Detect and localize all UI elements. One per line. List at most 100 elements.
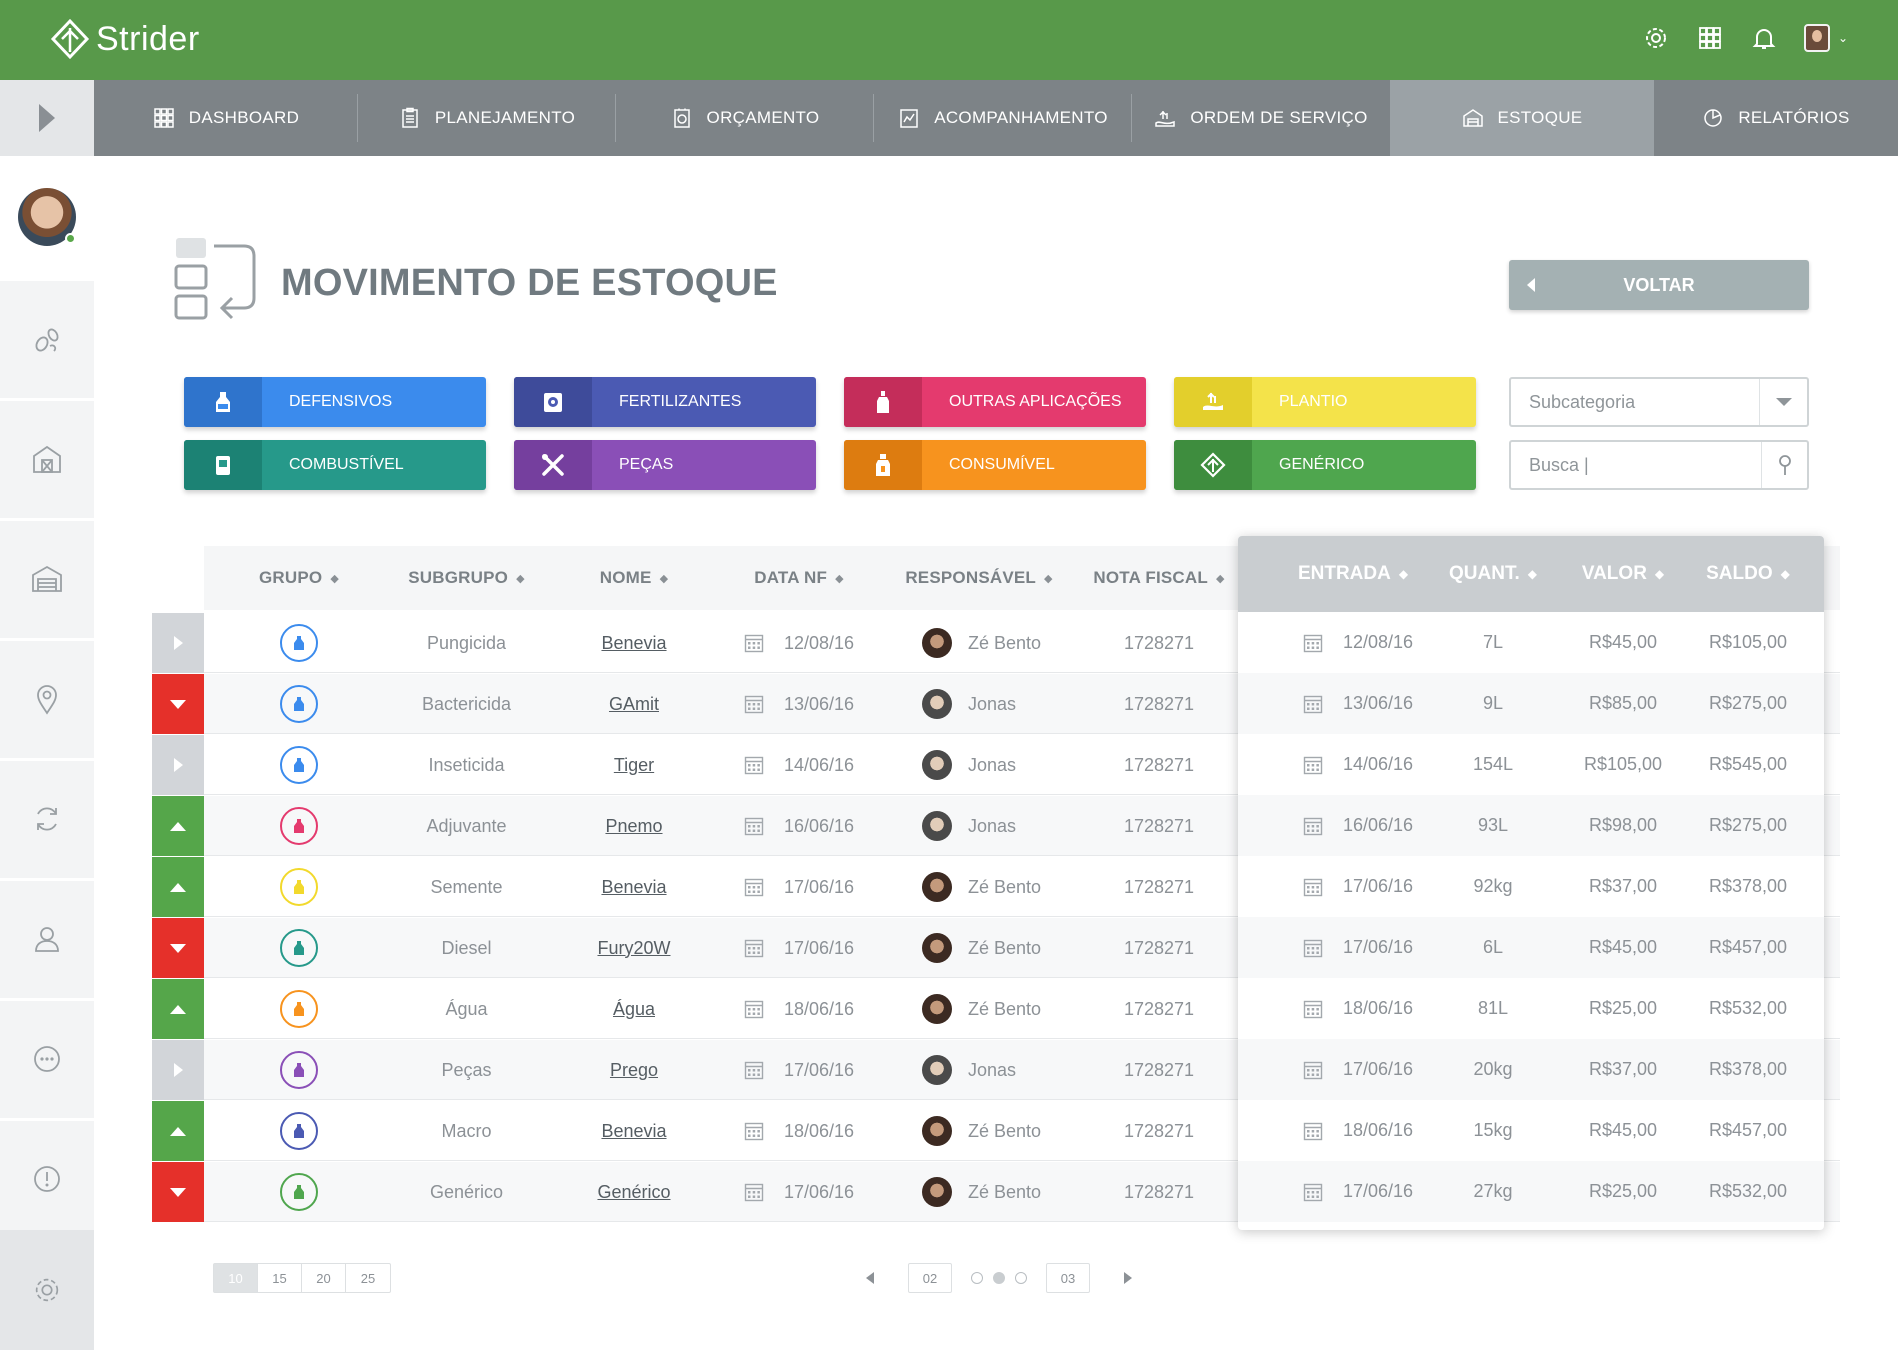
next-page-button[interactable]: 03 xyxy=(1046,1263,1090,1293)
entry-date-cell: 18/06/16 xyxy=(1342,1120,1414,1140)
category-outras-aplicacoes-button[interactable]: OUTRAS APLICAÇÕES xyxy=(844,377,1146,427)
sidebar-toggle-button[interactable] xyxy=(0,80,94,156)
chevron-down-icon[interactable]: ⌄ xyxy=(1838,31,1848,45)
category-generico-button[interactable]: GENÉRICO xyxy=(1174,440,1476,490)
user-avatar[interactable] xyxy=(1803,24,1830,52)
tab-acompanhamento[interactable]: ACOMPANHAMENTO xyxy=(874,80,1132,156)
category-pecas-button[interactable]: PEÇAS xyxy=(514,440,816,490)
column-header-data-nf[interactable]: DATA NF ◆ xyxy=(714,546,884,610)
page-dot[interactable] xyxy=(1015,1272,1027,1284)
calendar-icon xyxy=(744,1183,764,1202)
sidebar-item-storage[interactable] xyxy=(0,518,94,636)
sidebar-item-more[interactable] xyxy=(0,998,94,1116)
row-status-toggle[interactable] xyxy=(152,979,204,1039)
search-field[interactable] xyxy=(1509,440,1809,490)
panel-row[interactable]: 17/06/16 6L R$45,00 R$457,00 xyxy=(1238,917,1824,978)
page-size-option[interactable]: 25 xyxy=(346,1264,390,1292)
sidebar-item-user[interactable] xyxy=(0,878,94,996)
value-cell: R$85,00 xyxy=(1588,693,1658,713)
panel-row[interactable]: 18/06/16 15kg R$45,00 R$457,00 xyxy=(1238,1100,1824,1161)
row-status-toggle[interactable] xyxy=(152,613,204,673)
sidebar-item-location[interactable] xyxy=(0,638,94,756)
panel-row[interactable]: 14/06/16 154L R$105,00 R$545,00 xyxy=(1238,734,1824,795)
page-size-option[interactable]: 20 xyxy=(302,1264,346,1292)
app-logo[interactable]: Strider xyxy=(50,18,200,60)
sidebar-profile[interactable] xyxy=(0,156,94,278)
sidebar-item-farm[interactable] xyxy=(0,398,94,516)
category-consumivel-button[interactable]: CONSUMÍVEL xyxy=(844,440,1146,490)
prev-page-arrow-icon[interactable] xyxy=(866,1272,874,1284)
product-name-link[interactable]: Pnemo xyxy=(605,816,662,837)
product-name-link[interactable]: Benevia xyxy=(601,877,666,898)
column-header-grupo[interactable]: GRUPO ◆ xyxy=(234,546,364,610)
next-page-arrow-icon[interactable] xyxy=(1124,1272,1132,1284)
column-header-quant[interactable]: QUANT. ◆ xyxy=(1438,536,1548,612)
panel-row[interactable]: 18/06/16 81L R$25,00 R$532,00 xyxy=(1238,978,1824,1039)
calendar-icon xyxy=(1303,1183,1323,1201)
row-status-toggle[interactable] xyxy=(152,857,204,917)
tab-dashboard[interactable]: DASHBOARD xyxy=(94,80,358,156)
back-button[interactable]: VOLTAR xyxy=(1509,260,1809,310)
category-fertilizantes-button[interactable]: FERTILIZANTES xyxy=(514,377,816,427)
prev-page-button[interactable]: 02 xyxy=(908,1263,952,1293)
nota-fiscal-cell: 1728271 xyxy=(1123,693,1195,714)
column-header-saldo[interactable]: SALDO ◆ xyxy=(1688,536,1808,612)
product-name-link[interactable]: Fury20W xyxy=(597,938,670,959)
search-input[interactable] xyxy=(1511,454,1761,476)
product-name-link[interactable]: Genérico xyxy=(597,1182,670,1203)
sidebar-settings[interactable] xyxy=(0,1230,94,1350)
tab-relatorios[interactable]: RELATÓRIOS xyxy=(1654,80,1898,156)
group-icon xyxy=(280,685,318,723)
row-status-toggle[interactable] xyxy=(152,796,204,856)
product-name-link[interactable]: Água xyxy=(613,999,655,1020)
column-label: NOME xyxy=(599,568,652,587)
product-name-link[interactable]: Benevia xyxy=(601,633,666,654)
apps-grid-icon[interactable] xyxy=(1696,24,1724,52)
panel-row[interactable]: 13/06/16 9L R$85,00 R$275,00 xyxy=(1238,673,1824,734)
tab-estoque[interactable]: ESTOQUE xyxy=(1390,80,1654,156)
dropdown-arrow-icon[interactable] xyxy=(1759,379,1807,425)
panel-row[interactable]: 17/06/16 27kg R$25,00 R$532,00 xyxy=(1238,1161,1824,1222)
sidebar-item-seeds[interactable] xyxy=(0,278,94,396)
search-pin-icon[interactable] xyxy=(1761,442,1807,488)
product-name-link[interactable]: Tiger xyxy=(614,755,654,776)
bell-icon[interactable] xyxy=(1750,24,1778,52)
product-name-link[interactable]: Benevia xyxy=(601,1121,666,1142)
column-header-nome[interactable]: NOME ◆ xyxy=(554,546,714,610)
product-name-link[interactable]: GAmit xyxy=(609,694,659,715)
page-size-option[interactable]: 10 xyxy=(214,1264,258,1292)
settings-icon[interactable] xyxy=(1642,24,1670,52)
column-label: QUANT. xyxy=(1449,563,1520,584)
sidebar-item-sync[interactable] xyxy=(0,758,94,876)
panel-row[interactable]: 12/08/16 7L R$45,00 R$105,00 xyxy=(1238,612,1824,673)
page-dot[interactable] xyxy=(971,1272,983,1284)
subcategory-select[interactable]: Subcategoria xyxy=(1509,377,1809,427)
category-combustivel-button[interactable]: COMBUSTÍVEL xyxy=(184,440,486,490)
row-status-toggle[interactable] xyxy=(152,918,204,978)
column-header-entrada[interactable]: ENTRADA ◆ xyxy=(1278,536,1428,612)
balance-cell: R$378,00 xyxy=(1708,876,1788,896)
entry-date-cell: 17/06/16 xyxy=(1342,1059,1414,1079)
row-status-toggle[interactable] xyxy=(152,1101,204,1161)
page-size-option[interactable]: 15 xyxy=(258,1264,302,1292)
category-defensivos-button[interactable]: DEFENSIVOS xyxy=(184,377,486,427)
column-header-responsavel[interactable]: RESPONSÁVEL ◆ xyxy=(884,546,1074,610)
panel-row[interactable]: 17/06/16 20kg R$37,00 R$378,00 xyxy=(1238,1039,1824,1100)
column-header-valor[interactable]: VALOR ◆ xyxy=(1558,536,1688,612)
panel-row[interactable]: 17/06/16 92kg R$37,00 R$378,00 xyxy=(1238,856,1824,917)
row-status-toggle[interactable] xyxy=(152,674,204,734)
page-dot-current[interactable] xyxy=(993,1272,1005,1284)
row-status-toggle[interactable] xyxy=(152,1162,204,1222)
tab-orcamento[interactable]: ORÇAMENTO xyxy=(616,80,874,156)
tab-label: RELATÓRIOS xyxy=(1738,108,1850,127)
panel-row[interactable]: 16/06/16 93L R$98,00 R$275,00 xyxy=(1238,795,1824,856)
column-header-nota-fiscal[interactable]: NOTA FISCAL ◆ xyxy=(1074,546,1244,610)
product-name-link[interactable]: Prego xyxy=(610,1060,658,1081)
column-header-subgrupo[interactable]: SUBGRUPO ◆ xyxy=(374,546,559,610)
tab-planejamento[interactable]: PLANEJAMENTO xyxy=(358,80,616,156)
row-status-toggle[interactable] xyxy=(152,735,204,795)
tab-ordem-de-servico[interactable]: ORDEM DE SERVIÇO xyxy=(1132,80,1390,156)
row-status-toggle[interactable] xyxy=(152,1040,204,1100)
category-plantio-button[interactable]: PLANTIO xyxy=(1174,377,1476,427)
sidebar-item-alerts[interactable] xyxy=(0,1118,94,1236)
